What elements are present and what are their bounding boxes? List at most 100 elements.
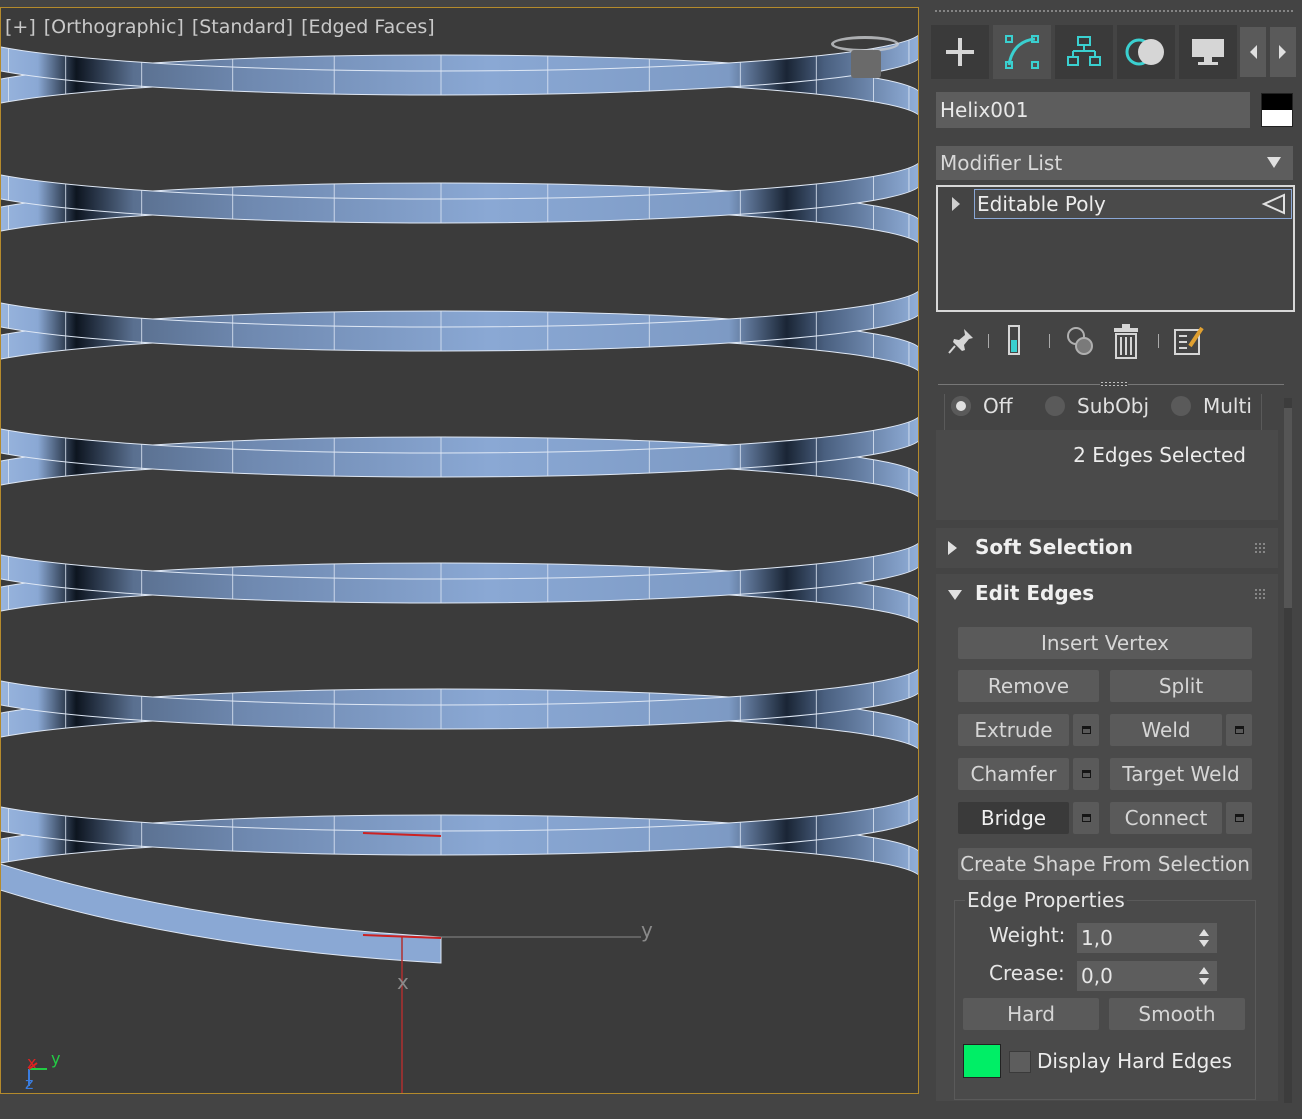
- selection-info: 2 Edges Selected: [936, 430, 1278, 520]
- stack-item-label: Editable Poly: [977, 192, 1106, 216]
- spinner-up-icon[interactable]: [1199, 929, 1209, 936]
- modifier-stack[interactable]: Editable Poly: [936, 185, 1295, 312]
- trash-icon[interactable]: [1110, 322, 1142, 360]
- chevron-down-icon: [1267, 157, 1281, 168]
- crease-label: Crease:: [989, 961, 1065, 985]
- display-hard-edges-label: Display Hard Edges: [1037, 1049, 1233, 1073]
- rollout-grip-icon[interactable]: [1254, 588, 1266, 600]
- scrollbar-thumb[interactable]: [1284, 408, 1292, 608]
- corner-axis-z: z: [25, 1074, 34, 1093]
- hierarchy-icon: [1067, 36, 1101, 66]
- target-weld-button[interactable]: Target Weld: [1110, 758, 1252, 790]
- spinner-down-icon[interactable]: [1199, 940, 1209, 947]
- viewcube-icon[interactable]: [827, 32, 905, 82]
- extrude-settings-button[interactable]: [1073, 714, 1099, 746]
- radio-subobj[interactable]: SubObj: [1045, 394, 1149, 418]
- bridge-button[interactable]: Bridge: [958, 802, 1069, 834]
- smooth-button[interactable]: Smooth: [1109, 998, 1245, 1030]
- viewport-label[interactable]: [+] [Orthographic] [Standard] [Edged Faces]: [5, 16, 443, 38]
- configure-sets-icon[interactable]: [1172, 324, 1206, 358]
- crease-value: 0,0: [1081, 964, 1113, 988]
- expand-triangle-icon[interactable]: [952, 197, 960, 211]
- panel-resize-grip[interactable]: [1100, 381, 1128, 387]
- tab-display[interactable]: [1179, 25, 1237, 79]
- create-shape-button[interactable]: Create Shape From Selection: [958, 848, 1252, 880]
- weld-settings-button[interactable]: [1226, 714, 1252, 746]
- tab-create[interactable]: [931, 25, 989, 79]
- panel-grip[interactable]: [934, 9, 1294, 13]
- connect-settings-button[interactable]: [1226, 802, 1252, 834]
- hard-button[interactable]: Hard: [963, 998, 1099, 1030]
- command-panel-tabs: [928, 25, 1302, 79]
- panel-scrollbar[interactable]: [1284, 398, 1292, 1103]
- spinner-down-icon[interactable]: [1199, 978, 1209, 985]
- hard-edge-color-swatch[interactable]: [963, 1044, 1001, 1078]
- radio-dot: [1045, 396, 1065, 416]
- rollout-title: Edit Edges: [975, 581, 1095, 605]
- display-monitor-icon: [1192, 39, 1224, 65]
- axis-x-label: x: [397, 970, 409, 994]
- modifier-list-dropdown[interactable]: Modifier List: [936, 146, 1293, 180]
- radio-dot: [1171, 396, 1191, 416]
- extrude-button[interactable]: Extrude: [958, 714, 1069, 746]
- corner-axis-x: x: [27, 1053, 37, 1072]
- helix-mesh: [1, 34, 918, 1093]
- expanded-triangle-icon: [948, 590, 962, 600]
- radio-off[interactable]: Off: [951, 394, 1013, 418]
- viewport-orthographic[interactable]: [+] [Orthographic] [Standard] [Edged Faces]…: [0, 7, 919, 1094]
- chevron-right-icon: [1279, 45, 1286, 59]
- radio-multi-label: Multi: [1203, 394, 1252, 418]
- axis-y-label: y: [641, 918, 653, 942]
- modifier-list-label: Modifier List: [940, 151, 1063, 175]
- edge-properties-title: Edge Properties: [965, 888, 1127, 912]
- panel-rollouts: Off SubObj Multi 2 Edges Selected Soft S…: [936, 394, 1280, 1119]
- tab-motion[interactable]: [1117, 25, 1175, 79]
- weld-button[interactable]: Weld: [1110, 714, 1222, 746]
- viewport-menu-plus[interactable]: [+]: [5, 16, 36, 38]
- radio-multi[interactable]: Multi: [1171, 394, 1252, 418]
- tab-scroll-left-button[interactable]: [1240, 27, 1266, 77]
- chamfer-settings-button[interactable]: [1073, 758, 1099, 790]
- weight-label: Weight:: [989, 923, 1066, 947]
- tab-hierarchy[interactable]: [1055, 25, 1113, 79]
- weight-spinner[interactable]: 1,0: [1077, 923, 1217, 953]
- collapsed-triangle-icon: [948, 541, 957, 555]
- make-unique-icon[interactable]: [1064, 324, 1098, 358]
- remove-button[interactable]: Remove: [958, 670, 1099, 702]
- insert-vertex-button[interactable]: Insert Vertex: [958, 627, 1252, 659]
- edit-edges-body: Insert Vertex Remove Split Extrude Weld …: [936, 614, 1278, 1101]
- viewport-view-label[interactable]: [Orthographic]: [44, 16, 184, 38]
- split-button[interactable]: Split: [1110, 670, 1252, 702]
- crease-spinner[interactable]: 0,0: [1077, 961, 1217, 991]
- rollout-soft-selection[interactable]: Soft Selection: [936, 528, 1278, 568]
- tab-modify[interactable]: [993, 25, 1051, 79]
- weight-value: 1,0: [1081, 926, 1113, 950]
- stack-tools: [942, 322, 1242, 362]
- viewport-shading-standard[interactable]: [Standard]: [192, 16, 293, 38]
- show-end-result-icon[interactable]: [1006, 324, 1022, 358]
- selection-status: 2 Edges Selected: [1073, 443, 1246, 467]
- rollout-title: Soft Selection: [975, 535, 1134, 559]
- helix-band: [1, 863, 442, 964]
- spinner-up-icon[interactable]: [1199, 967, 1209, 974]
- stack-item-editable-poly[interactable]: Editable Poly: [974, 189, 1292, 219]
- object-name-input[interactable]: Helix001: [936, 92, 1250, 128]
- connect-button[interactable]: Connect: [1110, 802, 1222, 834]
- radio-subobj-label: SubObj: [1077, 394, 1150, 418]
- edge-properties-group: Edge Properties Weight: 1,0 Crease: 0,0 …: [954, 888, 1256, 1100]
- corner-axis-y: y: [51, 1049, 61, 1068]
- chevron-left-icon: [1250, 45, 1257, 59]
- motion-icon: [1125, 38, 1164, 66]
- tab-scroll-right-button[interactable]: [1270, 27, 1296, 77]
- command-panel: Helix001 Modifier List Editable Poly Off…: [928, 0, 1302, 1103]
- display-hard-edges-checkbox[interactable]: [1009, 1051, 1031, 1073]
- rollout-grip-icon[interactable]: [1254, 542, 1266, 554]
- rollout-edit-edges[interactable]: Edit Edges: [936, 574, 1278, 614]
- viewport-edged-faces[interactable]: [Edged Faces]: [301, 16, 435, 38]
- radio-off-label: Off: [983, 394, 1013, 418]
- plus-icon: [946, 38, 974, 66]
- bridge-settings-button[interactable]: [1073, 802, 1099, 834]
- object-color-swatch[interactable]: [1261, 93, 1293, 127]
- pin-stack-icon[interactable]: [946, 326, 976, 356]
- chamfer-button[interactable]: Chamfer: [958, 758, 1069, 790]
